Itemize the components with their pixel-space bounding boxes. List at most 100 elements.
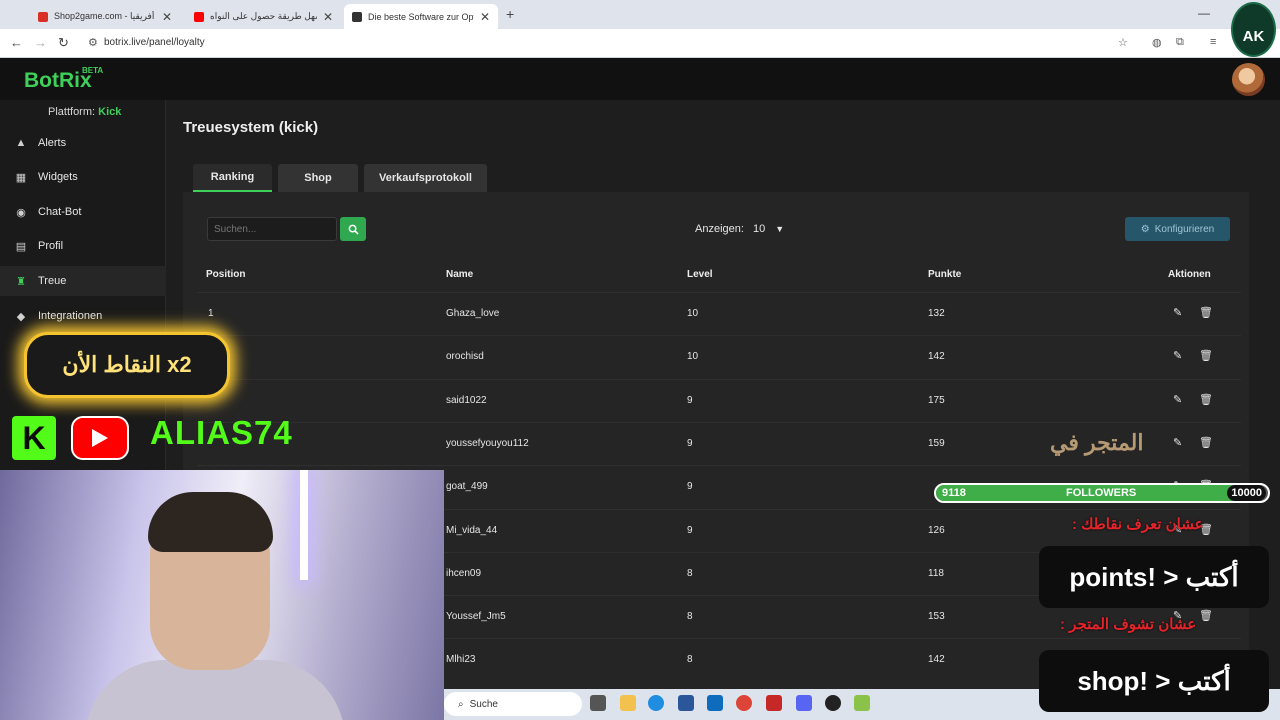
search-input[interactable] xyxy=(207,217,337,241)
chrome-icon[interactable] xyxy=(736,695,752,711)
taskbar-search-label: Suche xyxy=(469,698,498,710)
table-row: 1 Ghaza_love 10 132 ✎ 🗑 xyxy=(197,292,1241,335)
puzzle-icon[interactable]: ⧉ xyxy=(1176,36,1184,49)
cell-level: 10 xyxy=(687,308,699,319)
minimize-icon[interactable]: — xyxy=(1198,6,1210,20)
column-header-name[interactable]: Name xyxy=(446,269,473,280)
followers-label: FOLLOWERS xyxy=(1066,487,1137,499)
cell-points: 153 xyxy=(928,611,945,623)
discord-icon[interactable] xyxy=(796,695,812,711)
sidebar-item-label: Chat-Bot xyxy=(38,206,82,218)
sidebar-item-treue[interactable]: ♜ Treue xyxy=(0,266,166,296)
sidebar-item-label: Treue xyxy=(38,275,67,287)
cell-level: 9 xyxy=(687,394,693,406)
cell-name: Mi_vida_44 xyxy=(446,524,498,536)
close-tab-icon[interactable]: ✕ xyxy=(480,10,490,24)
page-size-label: Anzeigen: xyxy=(695,223,744,235)
url-field[interactable]: botrix.live/panel/loyalty xyxy=(104,37,205,48)
edit-icon[interactable]: ✎ xyxy=(1173,306,1182,319)
user-avatar[interactable] xyxy=(1232,63,1265,96)
address-bar: ← → ↻ ⚙ botrix.live/panel/loyalty ☆ ◍ ⧉ … xyxy=(0,29,1280,58)
delete-icon[interactable]: 🗑 xyxy=(1199,349,1213,362)
delete-icon[interactable]: 🗑 xyxy=(1199,609,1213,622)
tab-verkaufsprotokoll[interactable]: Verkaufsprotokoll xyxy=(364,164,487,192)
cell-name: Youssef_Jm5 xyxy=(446,611,506,623)
browser-tab-2[interactable]: اسهل طريقة حصول على النواه ✕ xyxy=(186,4,341,29)
edit-icon[interactable]: ✎ xyxy=(1173,393,1182,406)
menu-icon[interactable]: ≡ xyxy=(1210,36,1216,48)
task-view-icon[interactable] xyxy=(590,695,606,711)
streamer-hair xyxy=(148,492,273,552)
tab-ranking[interactable]: Ranking xyxy=(193,164,272,192)
cell-points: 126 xyxy=(928,524,945,536)
tab-shop[interactable]: Shop xyxy=(278,164,358,192)
cell-level: 8 xyxy=(687,567,693,579)
app-icon[interactable] xyxy=(766,695,782,711)
cell-points: 118 xyxy=(928,567,944,579)
sidebar-item-widgets[interactable]: ▦ Widgets xyxy=(0,162,166,192)
youtube-logo-icon xyxy=(71,416,129,460)
delete-icon[interactable]: 🗑 xyxy=(1199,306,1213,319)
cell-name: goat_499 xyxy=(446,481,488,493)
sidebar-item-label: Integrationen xyxy=(38,310,103,322)
cell-name: youssefyouyou112 xyxy=(446,437,529,449)
store-icon[interactable] xyxy=(678,695,694,711)
followers-current: 9118 xyxy=(942,487,966,499)
edit-icon[interactable]: ✎ xyxy=(1173,436,1182,449)
column-header-actions: Aktionen xyxy=(1168,269,1211,280)
tab-title: Die beste Software zur Optimie xyxy=(368,11,474,22)
chevron-down-icon: ▼ xyxy=(775,224,785,234)
browser-tab-1[interactable]: Shop2game.com - شمال أفريقيا ✕ xyxy=(30,4,180,29)
table-row: orochisd 10 142 ✎ 🗑 xyxy=(197,335,1241,378)
beta-badge: BETA xyxy=(82,66,104,75)
sidebar-item-label: Profil xyxy=(38,240,64,252)
close-tab-icon[interactable]: ✕ xyxy=(323,10,333,24)
back-icon[interactable]: ← xyxy=(10,35,23,50)
cell-points: 175 xyxy=(928,394,945,406)
delete-icon[interactable]: 🗑 xyxy=(1199,393,1213,406)
taskbar-search[interactable]: ⌕ Suche xyxy=(444,692,582,716)
cell-level: 8 xyxy=(687,611,693,623)
edit-icon[interactable]: ✎ xyxy=(1173,349,1182,362)
tab-title: Shop2game.com - شمال أفريقيا xyxy=(54,11,156,21)
configure-label: Konfigurieren xyxy=(1154,223,1215,235)
sidebar-item-alerts[interactable]: ▲ Alerts xyxy=(0,128,166,158)
delete-icon[interactable]: 🗑 xyxy=(1199,436,1213,449)
trophy-icon: ♜ xyxy=(16,275,26,288)
cell-name: orochisd xyxy=(446,351,484,363)
edge-icon[interactable] xyxy=(648,695,664,711)
webcam-overlay xyxy=(0,470,444,720)
close-tab-icon[interactable]: ✕ xyxy=(162,10,172,24)
file-explorer-icon[interactable] xyxy=(620,695,636,711)
column-header-position[interactable]: Position xyxy=(206,269,245,280)
youtube-favicon-icon xyxy=(194,11,204,22)
extension-icon[interactable]: ◍ xyxy=(1152,36,1162,49)
site-info-icon[interactable]: ⚙ xyxy=(88,36,98,49)
outlook-icon[interactable] xyxy=(707,695,723,711)
shop-command-box: أكتب < !shop xyxy=(1039,650,1269,712)
browser-tab-3[interactable]: Die beste Software zur Optimie ✕ xyxy=(344,4,498,29)
sidebar-item-profil[interactable]: ▤ Profil xyxy=(0,231,166,261)
forward-icon[interactable]: → xyxy=(34,35,47,50)
page-size-select[interactable]: 10 ▼ xyxy=(748,217,798,241)
search-button[interactable] xyxy=(340,217,366,241)
platform-indicator: Plattform: Kick xyxy=(48,106,121,118)
sidebar-item-integrationen[interactable]: ◆ Integrationen xyxy=(0,301,166,331)
app-icon[interactable] xyxy=(854,695,870,711)
bookmark-star-icon[interactable]: ☆ xyxy=(1118,36,1128,49)
plug-icon: ◆ xyxy=(16,310,26,323)
new-tab-icon[interactable]: + xyxy=(506,6,514,22)
column-header-level[interactable]: Level xyxy=(687,269,713,280)
configure-button[interactable]: ⚙ Konfigurieren xyxy=(1125,217,1230,241)
column-header-points[interactable]: Punkte xyxy=(928,269,961,280)
page-size-value: 10 xyxy=(753,223,766,235)
reload-icon[interactable]: ↻ xyxy=(58,35,69,51)
sidebar-item-chat-bot[interactable]: ◉ Chat-Bot xyxy=(0,197,166,227)
cell-points: 142 xyxy=(928,351,945,363)
search-icon: ⌕ xyxy=(458,698,464,710)
cell-points: 132 xyxy=(928,308,945,319)
cell-level: 9 xyxy=(687,437,693,449)
page-title: Treuesystem (kick) xyxy=(183,119,319,136)
sidebar-item-label: Widgets xyxy=(38,171,78,183)
obs-icon[interactable] xyxy=(825,695,841,711)
